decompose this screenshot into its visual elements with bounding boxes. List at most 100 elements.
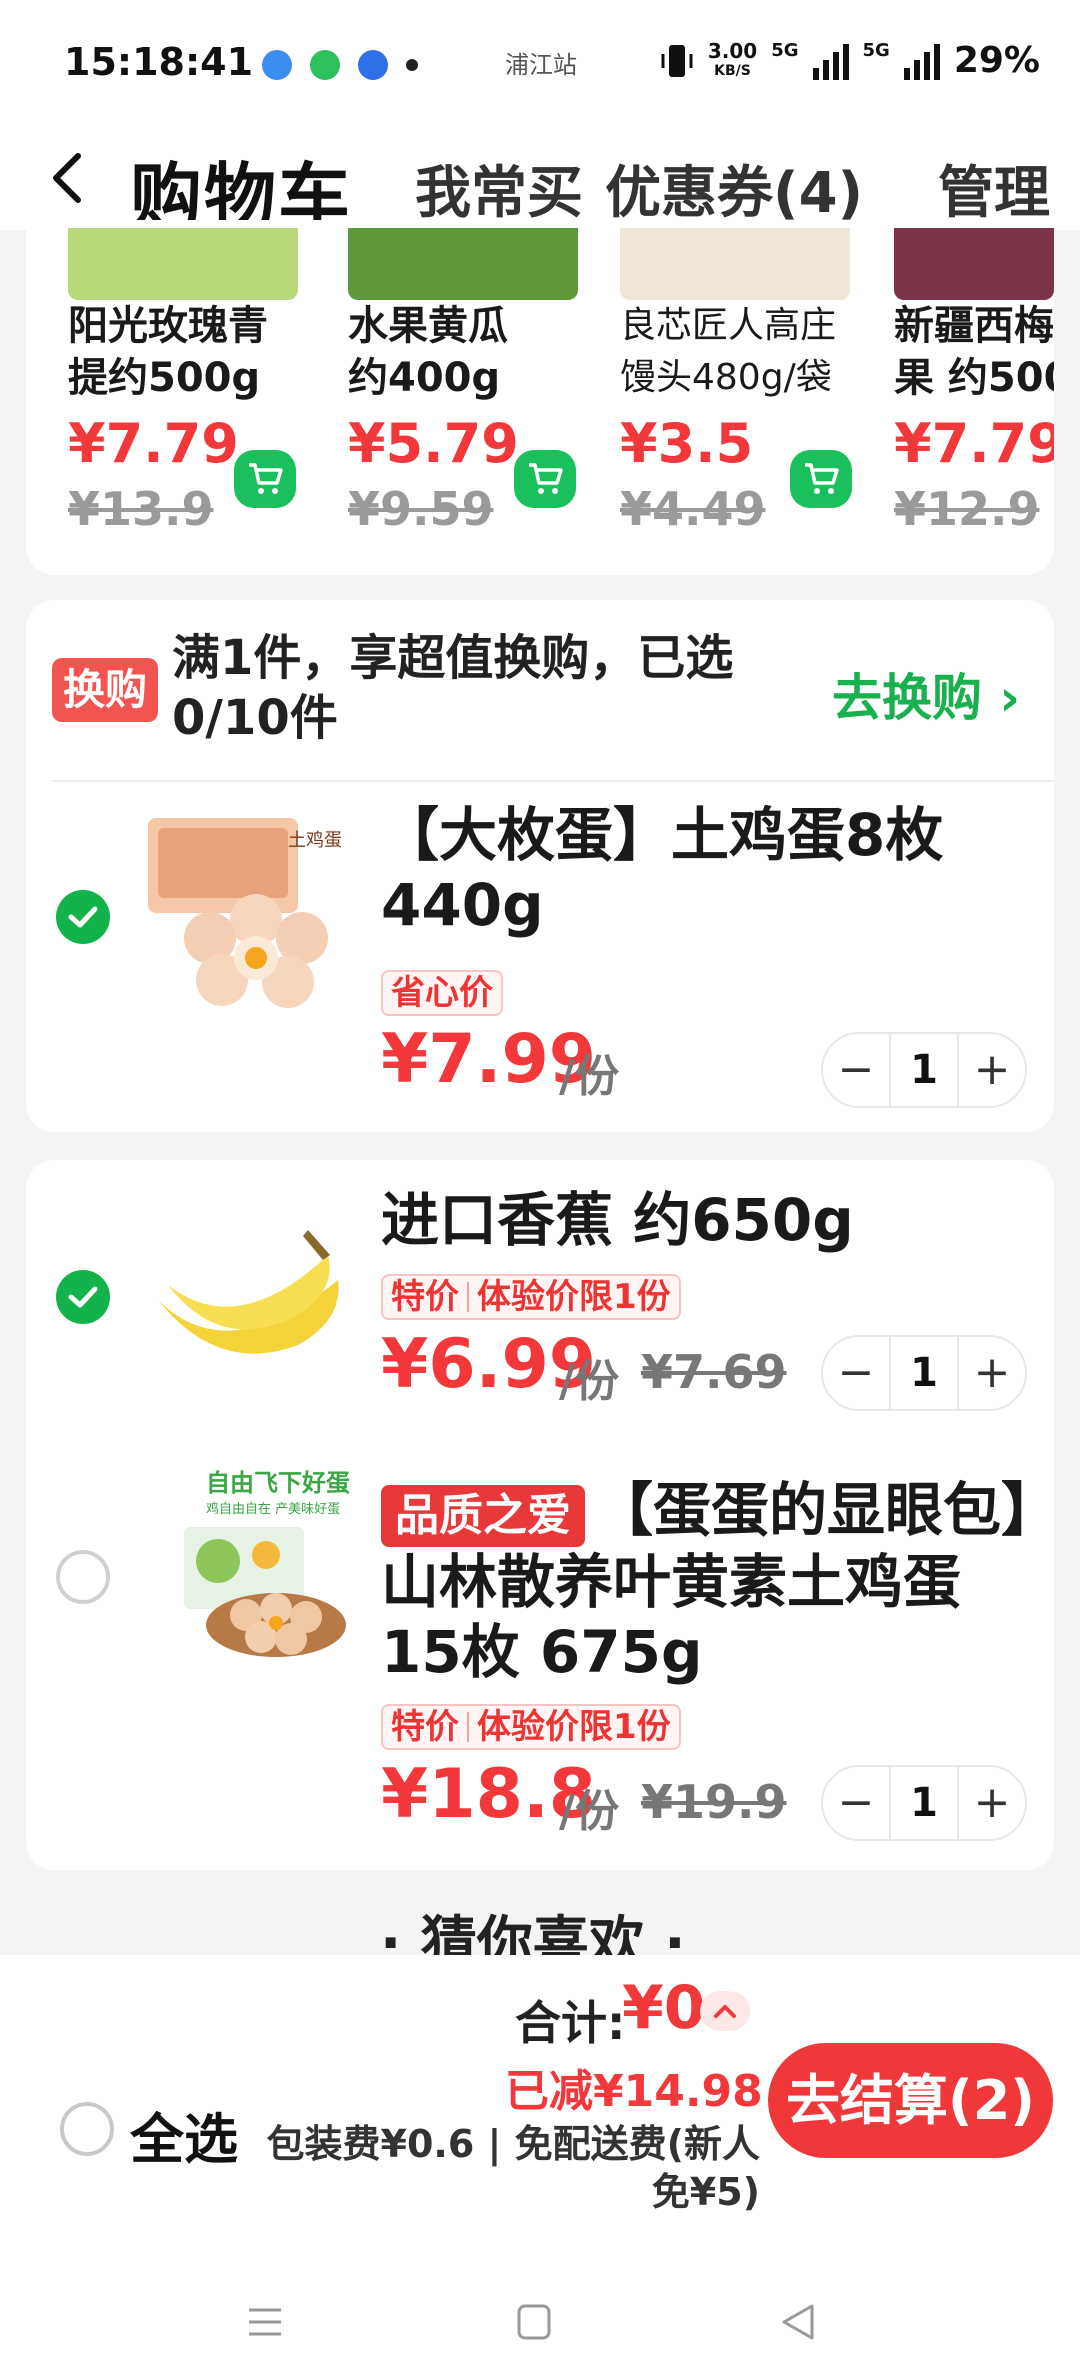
add-to-cart-button[interactable] — [234, 450, 296, 508]
product-price: ¥5.79 — [348, 412, 519, 475]
product-original-price: ¥13.9 — [68, 482, 214, 536]
tab-coupons[interactable]: 优惠券(4) — [605, 148, 863, 229]
item-tag: 特价 体验价限1份 — [381, 1274, 681, 1320]
quantity-stepper: − 1 + — [821, 1765, 1027, 1841]
total-label: 合计: — [515, 1996, 626, 2050]
free-range-eggs-product-image[interactable]: 自由飞下好蛋 鸡自由自在 产美味好蛋 — [146, 1455, 366, 1670]
item-original-price: ¥7.69 — [641, 1345, 787, 1399]
product-name-line2: 约400g — [348, 355, 501, 401]
increase-button[interactable]: + — [959, 1337, 1025, 1409]
message-notification-icon — [310, 50, 340, 80]
product-name-line2: 提约500g — [68, 355, 261, 401]
total-value: ¥0 — [622, 1973, 706, 2043]
select-all-label[interactable]: 全选 — [130, 2095, 238, 2174]
exchange-badge: 换购 — [52, 658, 158, 722]
quality-badge: 品质之爱 — [381, 1485, 585, 1547]
item-checkbox[interactable] — [56, 890, 110, 944]
network-type-1: 5G — [771, 40, 799, 61]
brand-slogan: 鸡自由自在 产美味好蛋 — [206, 1501, 340, 1517]
vibrate-icon — [661, 44, 693, 77]
product-price: ¥3.5 — [620, 412, 754, 475]
discount-amount: 已减¥14.98 — [505, 2066, 763, 2117]
product-name: 良芯匠人高庄 馒头480g/袋 — [620, 300, 870, 404]
tag-separator — [467, 1712, 469, 1742]
tag-label-special: 特价 — [391, 1277, 459, 1317]
product-original-price: ¥12.9 — [894, 482, 1040, 536]
speed-value: 3.00 — [707, 38, 758, 63]
product-original-price: ¥9.59 — [348, 482, 494, 536]
back-nav-icon[interactable] — [778, 2302, 818, 2342]
quantity-value[interactable]: 1 — [889, 1034, 959, 1106]
item-name[interactable]: 【大枚蛋】土鸡蛋8枚440g — [381, 800, 1001, 940]
cart-icon — [805, 463, 839, 494]
product-name-line1: 阳光玫瑰青 — [68, 303, 268, 349]
increase-button[interactable]: + — [959, 1034, 1025, 1106]
menu-nav-icon[interactable] — [245, 2302, 285, 2342]
status-carrier: 浦江站 — [505, 51, 577, 79]
product-image — [348, 228, 578, 300]
quantity-stepper: − 1 + — [821, 1032, 1027, 1108]
product-original-price: ¥4.49 — [620, 482, 766, 536]
guess-you-like-title: · 猜你喜欢 · — [380, 1911, 686, 1958]
quantity-stepper: − 1 + — [821, 1335, 1027, 1411]
select-all-checkbox[interactable] — [60, 2102, 114, 2156]
egg-box-label: 土鸡蛋 — [288, 830, 342, 851]
more-notifications-icon — [406, 59, 418, 71]
checkout-button[interactable]: 去结算(2) — [768, 2043, 1053, 2158]
product-name-line2: 馒头480g/袋 — [620, 357, 832, 398]
item-checkbox[interactable] — [56, 1550, 110, 1604]
quantity-value[interactable]: 1 — [889, 1337, 959, 1409]
cart-icon — [529, 463, 563, 494]
expand-detail-button[interactable] — [700, 1991, 750, 2031]
product-name: 阳光玫瑰青提约500g — [68, 300, 318, 404]
manage-button[interactable]: 管理 — [938, 148, 1050, 229]
product-image — [620, 228, 850, 300]
banana-product-image[interactable] — [138, 1200, 358, 1380]
tag-separator — [467, 1282, 469, 1312]
signal-icon-2 — [903, 42, 940, 80]
add-to-cart-button[interactable] — [790, 450, 852, 508]
decrease-button[interactable]: − — [823, 1767, 889, 1839]
increase-button[interactable]: + — [959, 1767, 1025, 1839]
fees-info: 包装费¥0.6 | 免配送费(新人免¥5) — [266, 2122, 760, 2214]
item-original-price: ¥19.9 — [641, 1775, 787, 1829]
check-icon — [68, 906, 98, 928]
tag-label-limit: 体验价限1份 — [477, 1277, 671, 1317]
item-tag: 特价 体验价限1份 — [381, 1704, 681, 1750]
item-unit: /份 — [559, 1356, 620, 1407]
browser-notification-icon — [358, 50, 388, 80]
network-type-2: 5G — [862, 40, 890, 61]
go-exchange-link[interactable]: 去换购 › — [832, 658, 1020, 730]
chevron-up-icon — [714, 2005, 736, 2018]
product-price: ¥7.79 — [894, 412, 1054, 475]
item-unit: /份 — [559, 1051, 620, 1102]
status-bar: 15:18:41 浦江站 3.00 KB/S 5G 5G 29% — [0, 0, 1080, 130]
item-name[interactable]: 进口香蕉 约650g — [381, 1185, 854, 1255]
quantity-value[interactable]: 1 — [889, 1767, 959, 1839]
tag-label-special: 特价 — [391, 1707, 459, 1747]
home-nav-icon[interactable] — [515, 2302, 553, 2342]
item-name[interactable]: 品质之爱 【蛋蛋的显眼包】山林散养叶黄素土鸡蛋15枚 675g — [381, 1475, 1031, 1687]
battery-level: 29% — [953, 40, 1040, 81]
egg-carton-illustration: 自由飞下好蛋 鸡自由自在 产美味好蛋 — [146, 1455, 366, 1670]
tab-frequent-buy[interactable]: 我常买 — [415, 148, 583, 229]
network-speed: 3.00 KB/S — [708, 41, 757, 81]
cart-icon — [249, 463, 283, 494]
product-name-line1: 新疆西梅 — [894, 303, 1054, 349]
check-icon — [68, 1286, 98, 1308]
notification-icons — [262, 50, 418, 80]
signal-icon — [812, 42, 849, 80]
egg-box-product-image[interactable]: 土鸡蛋 — [138, 810, 348, 1010]
brand-label: 自由飞下好蛋 — [206, 1469, 350, 1497]
back-arrow-icon[interactable] — [42, 148, 92, 208]
add-to-cart-button[interactable] — [514, 450, 576, 508]
product-image — [68, 228, 298, 300]
decrease-button[interactable]: − — [823, 1034, 889, 1106]
status-indicators: 3.00 KB/S 5G 5G 29% — [660, 40, 1040, 81]
item-checkbox[interactable] — [56, 1270, 110, 1324]
banana-illustration — [138, 1200, 358, 1380]
decrease-button[interactable]: − — [823, 1337, 889, 1409]
tag-label: 省心价 — [391, 973, 493, 1013]
page-header: 购物车 我常买 优惠券(4) 管理 — [0, 130, 1080, 239]
product-image — [894, 228, 1054, 300]
